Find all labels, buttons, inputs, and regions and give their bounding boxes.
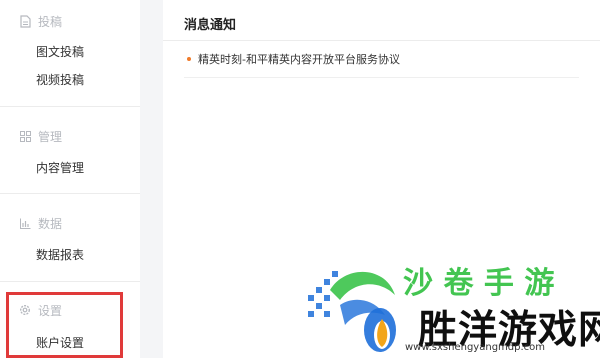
divider (0, 193, 140, 194)
watermark: 沙 卷 手 游 胜洋游戏网 www.sxshengyangmdp.com (300, 255, 600, 358)
notice-text: 精英时刻-和平精英内容开放平台服务协议 (198, 53, 400, 66)
section-title: 数据 (38, 216, 63, 231)
section-header-submit: 投稿 (18, 13, 62, 29)
sidebar-item-content-manage[interactable]: 内容管理 (36, 159, 84, 176)
section-title: 投稿 (38, 14, 63, 29)
watermark-logo-icon (308, 271, 396, 352)
page-title: 消息通知 (184, 18, 237, 33)
sidebar-item-graphic-post[interactable]: 图文投稿 (36, 43, 84, 60)
watermark-url: www.sxshengyangmdp.com (405, 342, 546, 353)
divider (0, 281, 140, 282)
sidebar-item-video-post[interactable]: 视频投稿 (36, 71, 84, 88)
divider (163, 40, 600, 41)
bar-chart-icon (18, 216, 32, 230)
section-header-data: 数据 (18, 215, 62, 231)
notice-item[interactable]: 精英时刻-和平精英内容开放平台服务协议 (187, 51, 400, 67)
section-title: 管理 (38, 129, 63, 144)
watermark-brand-top: 沙 卷 手 游 (403, 266, 555, 301)
bullet-dot-icon (187, 57, 191, 61)
section-header-manage: 管理 (18, 128, 62, 144)
divider (0, 106, 140, 107)
grid-icon (18, 129, 32, 143)
sidebar-item-data-report[interactable]: 数据报表 (36, 246, 84, 263)
highlight-box (6, 292, 123, 358)
divider (184, 77, 579, 78)
document-icon (18, 14, 32, 28)
